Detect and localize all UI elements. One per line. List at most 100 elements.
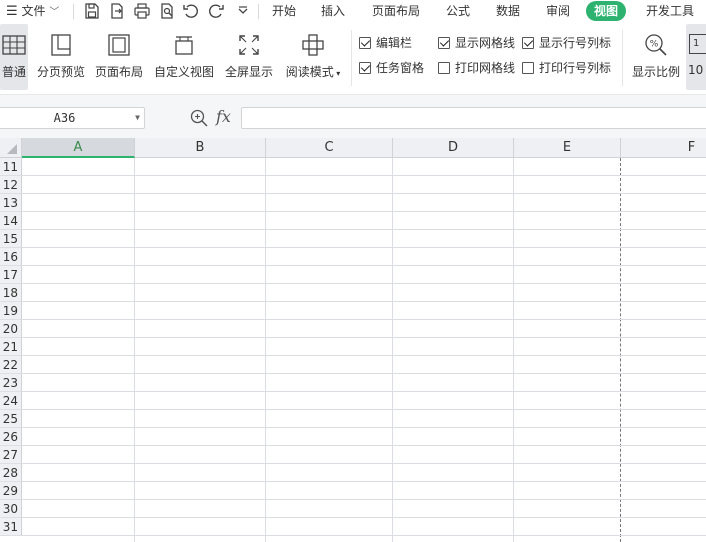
full-screen-icon <box>236 32 262 58</box>
row-header-27[interactable]: 27 <box>0 446 22 464</box>
zoom-ratio-button[interactable]: % 显示比例 <box>630 24 682 90</box>
column-header-d[interactable]: D <box>393 138 514 158</box>
page-break-preview-button[interactable]: 分页预览 <box>34 24 88 90</box>
menu-bar: ☰ 文件 ﹀ 开始 插入 页面布局 公式 数据 审阅 视图 开发工具 <box>0 0 706 24</box>
column-header-f[interactable]: F <box>621 138 706 158</box>
save-icon[interactable] <box>83 2 101 20</box>
row-header-16[interactable]: 16 <box>0 248 22 266</box>
checkbox-label: 显示网格线 <box>455 36 516 50</box>
zoom-100-label: 10 <box>688 63 704 77</box>
page-layout-icon <box>106 32 132 58</box>
column-header-c[interactable]: C <box>266 138 393 158</box>
insert-function-button[interactable]: fx <box>216 107 236 127</box>
select-all-triangle-icon <box>7 144 17 154</box>
gridline-horizontal <box>22 355 706 356</box>
custom-view-label: 自定义视图 <box>153 65 214 79</box>
row-header-14[interactable]: 14 <box>0 212 22 230</box>
zoom-magnifier-icon[interactable] <box>189 108 209 128</box>
gridline-vertical <box>265 158 266 542</box>
cell-area[interactable] <box>22 158 706 542</box>
customize-dropdown-icon[interactable] <box>234 2 252 20</box>
undo-icon[interactable] <box>182 2 200 20</box>
tab-insert[interactable]: 插入 <box>321 1 345 21</box>
checkbox-checked-icon <box>522 37 534 49</box>
reading-mode-button[interactable]: 阅读模式 ▾ <box>282 24 344 90</box>
tab-page-layout[interactable]: 页面布局 <box>372 1 420 21</box>
row-header-30[interactable]: 30 <box>0 500 22 518</box>
row-header-15[interactable]: 15 <box>0 230 22 248</box>
page-layout-button[interactable]: 页面布局 <box>92 24 146 90</box>
gridline-horizontal <box>22 445 706 446</box>
gridline-horizontal <box>22 211 706 212</box>
checkbox-label: 编辑栏 <box>376 36 413 50</box>
checkbox-label: 打印行号列标 <box>539 61 612 75</box>
checkbox-unchecked-icon <box>438 62 450 74</box>
custom-view-button[interactable]: 自定义视图 <box>151 24 217 90</box>
tab-formulas[interactable]: 公式 <box>446 1 470 21</box>
row-header-13[interactable]: 13 <box>0 194 22 212</box>
row-header-20[interactable]: 20 <box>0 320 22 338</box>
dropdown-arrow-icon: ▼ <box>135 113 140 122</box>
checkbox-checked-icon <box>438 37 450 49</box>
tab-developer[interactable]: 开发工具 <box>646 1 694 21</box>
divider <box>73 4 74 19</box>
hamburger-icon: ☰ <box>6 4 18 19</box>
gridline-horizontal <box>22 373 706 374</box>
tab-review[interactable]: 审阅 <box>546 1 570 21</box>
row-header-12[interactable]: 12 <box>0 176 22 194</box>
full-screen-button[interactable]: 全屏显示 <box>222 24 276 90</box>
normal-view-button[interactable]: 普通 <box>0 24 28 90</box>
spreadsheet-grid: ABCDEF 11 12 13 14 15 16 17 18 19 20 21 22 23 24 25 26 2… <box>0 138 706 542</box>
checkbox-label: 打印网格线 <box>455 61 516 75</box>
gridline-horizontal <box>22 301 706 302</box>
row-header-26[interactable]: 26 <box>0 428 22 446</box>
gridline-horizontal <box>22 409 706 410</box>
row-header-17[interactable]: 17 <box>0 266 22 284</box>
formula-input[interactable] <box>241 107 706 129</box>
divider <box>622 30 623 86</box>
tab-home[interactable]: 开始 <box>272 1 296 21</box>
row-header-11[interactable]: 11 <box>0 158 22 176</box>
gridline-horizontal <box>22 535 706 536</box>
gridline-horizontal <box>22 463 706 464</box>
select-all-corner[interactable] <box>0 138 22 158</box>
grid-view-icon <box>1 32 27 58</box>
gridline-horizontal <box>22 337 706 338</box>
tab-view[interactable]: 视图 <box>586 1 627 21</box>
page-break-preview-label: 分页预览 <box>36 65 85 79</box>
print-preview-icon[interactable] <box>158 2 176 20</box>
page-break-line <box>620 158 621 542</box>
gridline-vertical <box>392 158 393 542</box>
ribbon: 普通 分页预览 页面布局 自定义视图 全屏显示 阅读模式 ▾ 编辑栏 任务窗格 … <box>0 24 706 94</box>
row-header-24[interactable]: 24 <box>0 392 22 410</box>
zoom-ratio-label: 显示比例 <box>631 65 680 79</box>
row-header-21[interactable]: 21 <box>0 338 22 356</box>
row-header-29[interactable]: 29 <box>0 482 22 500</box>
full-screen-label: 全屏显示 <box>224 65 273 79</box>
cell-reference: A36 <box>53 111 76 125</box>
gridline-horizontal <box>22 193 706 194</box>
gridline-horizontal <box>22 427 706 428</box>
file-menu[interactable]: ☰ 文件 ﹀ <box>6 0 59 22</box>
zoom-100-button[interactable]: 1 10 <box>686 24 706 90</box>
row-header-19[interactable]: 19 <box>0 302 22 320</box>
row-header-22[interactable]: 22 <box>0 356 22 374</box>
redo-icon[interactable] <box>207 2 225 20</box>
row-header-31[interactable]: 31 <box>0 518 22 536</box>
column-header-a[interactable]: A <box>22 138 135 158</box>
export-icon[interactable] <box>108 2 126 20</box>
name-box[interactable]: A36 ▼ <box>0 107 145 129</box>
column-header-b[interactable]: B <box>135 138 266 158</box>
gridline-horizontal <box>22 481 706 482</box>
row-header-28[interactable]: 28 <box>0 464 22 482</box>
gridline-horizontal <box>22 247 706 248</box>
row-header-23[interactable]: 23 <box>0 374 22 392</box>
print-icon[interactable] <box>133 2 151 20</box>
row-header-25[interactable]: 25 <box>0 410 22 428</box>
tab-data[interactable]: 数据 <box>496 1 520 21</box>
row-header-18[interactable]: 18 <box>0 284 22 302</box>
gridline-horizontal <box>22 265 706 266</box>
chevron-down-icon: ﹀ <box>49 7 60 18</box>
gridline-horizontal <box>22 499 706 500</box>
column-header-e[interactable]: E <box>514 138 621 158</box>
